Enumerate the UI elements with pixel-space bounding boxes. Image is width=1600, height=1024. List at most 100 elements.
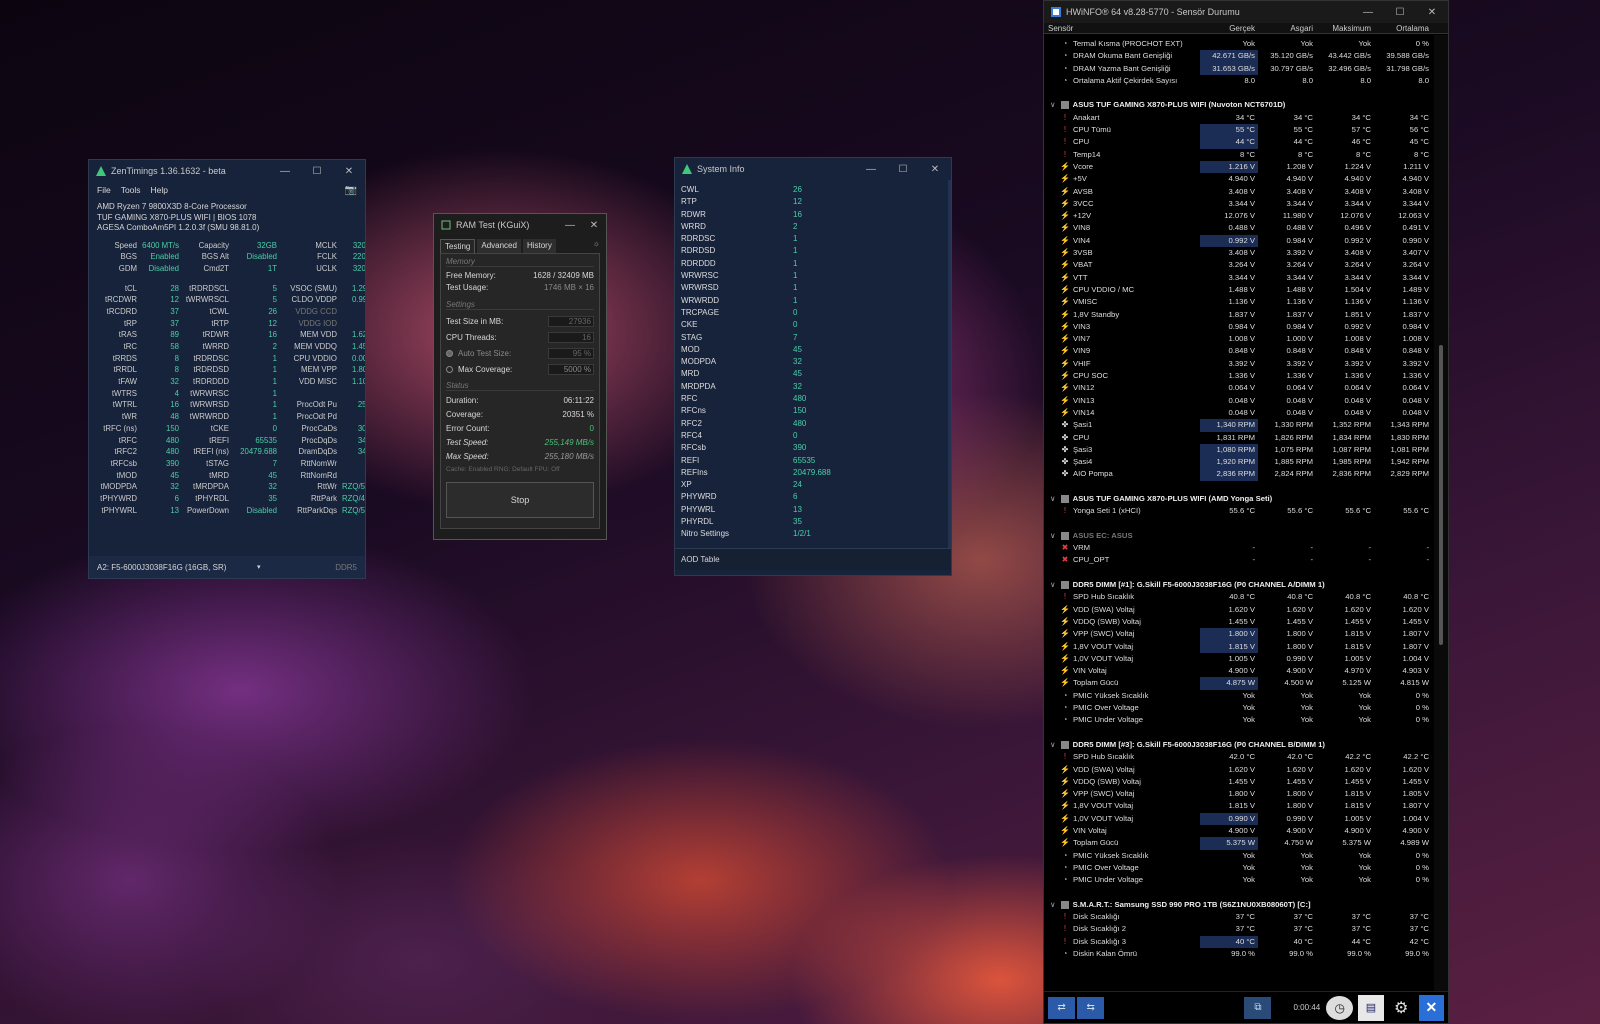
sensor-group-header[interactable]: ∨ ASUS EC: ASUS (1044, 530, 1448, 542)
sensor-row[interactable]: ⚡ CPU SOC 1.336 V 1.336 V 1.336 V 1.336 V (1044, 370, 1448, 382)
sensor-group-header[interactable]: ∨ DDR5 DIMM [#3]: G.Skill F5-6000J3038F16… (1044, 739, 1448, 751)
sensor-row[interactable]: ✤ Şasi1 1,340 RPM 1,330 RPM 1,352 RPM 1,343 R… (1044, 419, 1448, 432)
sensor-row[interactable]: ! CPU Tümü 55 °C 55 °C 57 °C 56 °C (1044, 124, 1448, 137)
camera-icon[interactable]: 📷 (345, 185, 357, 196)
sensor-row[interactable]: ◔ Termal Kısma (PROCHOT EXT) Yok Yok Yok 0 % (1044, 38, 1448, 50)
sensor-group-header[interactable]: ∨ ASUS TUF GAMING X870-PLUS WIFI (Nuvoton… (1044, 99, 1448, 111)
cpu-threads-input[interactable]: 16 (548, 331, 594, 343)
sensor-row[interactable]: ⚡ VIN9 0.848 V 0.848 V 0.848 V 0.848 V (1044, 345, 1448, 357)
sensor-row[interactable]: ⚡ +12V 12.076 V 11.980 V 12.076 V 12.063 V (1044, 210, 1448, 222)
minimize-button[interactable]: — (558, 220, 582, 231)
sensor-row[interactable] (1044, 87, 1448, 99)
sensor-group-header[interactable]: ∨ S.M.A.R.T.: Samsung SSD 990 PRO 1TB (S6… (1044, 899, 1448, 911)
max-coverage-radio[interactable] (446, 365, 453, 373)
sensor-row[interactable]: ✤ AIO Pompa 2,836 RPM 2,824 RPM 2,836 RPM 2,8… (1044, 468, 1448, 481)
sensor-row[interactable]: ! Temp14 8 °C 8 °C 8 °C 8 °C (1044, 149, 1448, 161)
sensor-row[interactable]: ⚡ VIN14 0.048 V 0.048 V 0.048 V 0.048 V (1044, 407, 1448, 419)
ramtest-titlebar[interactable]: RAM Test (KGuiX) — ✕ (434, 214, 606, 236)
sensor-row[interactable]: ✖ VRM - - - - (1044, 542, 1448, 554)
scrollbar[interactable] (1434, 35, 1448, 991)
settings-gear-icon[interactable]: ⚙ (1389, 995, 1414, 1021)
sensor-row[interactable]: ✤ CPU 1,831 RPM 1,826 RPM 1,834 RPM 1,830 RPM (1044, 432, 1448, 444)
sensor-row[interactable]: ⚡ VPP (SWC) Voltaj 1.800 V 1.800 V 1.815 V 1.… (1044, 788, 1448, 800)
sensor-row[interactable]: ⚡ 1,8V Standby 1.837 V 1.837 V 1.851 V 1.837 … (1044, 309, 1448, 321)
sensor-row[interactable]: ⚡ Toplam Gücü 5.375 W 4.750 W 5.375 W 4.989 W (1044, 837, 1448, 850)
sensor-row[interactable]: ⚡ +5V 4.940 V 4.940 V 4.940 V 4.940 V (1044, 173, 1448, 185)
chevron-down-icon[interactable]: ∨ (1050, 739, 1056, 751)
minimize-button[interactable]: — (855, 164, 887, 175)
clock-icon[interactable]: ◷ (1326, 995, 1354, 1020)
sensor-row[interactable]: ⚡ Toplam Gücü 4.875 W 4.500 W 5.125 W 4.815 W (1044, 677, 1448, 690)
sensor-row[interactable]: ⚡ 1,0V VOUT Voltaj 1.005 V 0.990 V 1.005 V 1.… (1044, 653, 1448, 665)
stop-button[interactable]: Stop (446, 482, 594, 518)
sensor-row[interactable]: ⚡ 3VCC 3.344 V 3.344 V 3.344 V 3.344 V (1044, 198, 1448, 210)
sensor-row[interactable]: ◔ PMIC Under Voltage Yok Yok Yok 0 % (1044, 714, 1448, 726)
aod-table-row[interactable]: AOD Table (675, 548, 951, 570)
chevron-down-icon[interactable]: ∨ (1050, 99, 1056, 111)
sensor-row[interactable]: ⚡ VIN Voltaj 4.900 V 4.900 V 4.900 V 4.900 V (1044, 825, 1448, 837)
sensor-row[interactable]: ⚡ VBAT 3.264 V 3.264 V 3.264 V 3.264 V (1044, 259, 1448, 271)
sensor-row[interactable]: ◔ DRAM Yazma Bant Genişliği 31.653 GB/s 30.… (1044, 62, 1448, 75)
network-icon[interactable]: ⧉ (1244, 996, 1272, 1019)
sysinfo-titlebar[interactable]: System Info — ☐ ✕ (675, 158, 951, 180)
sensor-row[interactable]: ◔ PMIC Yüksek Sıcaklık Yok Yok Yok 0 % (1044, 690, 1448, 702)
sensor-row[interactable]: ⚡ VIN Voltaj 4.900 V 4.900 V 4.970 V 4.903 V (1044, 665, 1448, 677)
sensor-row[interactable]: ! Disk Sıcaklığı 2 37 °C 37 °C 37 °C 37 °C (1044, 923, 1448, 935)
sensor-row[interactable]: ⚡ VHIF 3.392 V 3.392 V 3.392 V 3.392 V (1044, 358, 1448, 370)
zentimings-titlebar[interactable]: ZenTimings 1.36.1632 - beta — ☐ ✕ (89, 160, 365, 182)
sensor-row[interactable]: ⚡ VIN3 0.984 V 0.984 V 0.992 V 0.984 V (1044, 321, 1448, 333)
maximize-button[interactable]: ☐ (301, 166, 333, 177)
sensor-row[interactable]: ◔ Diskin Kalan Ömrü 99.0 % 99.0 % 99.0 % 99.0… (1044, 948, 1448, 960)
menu-file[interactable]: File (97, 185, 111, 195)
sensor-row[interactable]: ⚡ 1,8V VOUT Voltaj 1.815 V 1.800 V 1.815 V 1.… (1044, 640, 1448, 653)
arrows-left-right-icon[interactable]: ⇄ (1048, 996, 1076, 1019)
minimize-button[interactable]: — (269, 166, 301, 177)
tab-advanced[interactable]: Advanced (477, 239, 521, 253)
sensor-row[interactable]: ◔ Ortalama Aktif Çekirdek Sayısı 8.0 8.0 8.0… (1044, 75, 1448, 87)
sensor-row[interactable]: ⚡ CPU VDDIO / MC 1.488 V 1.488 V 1.504 V 1.48… (1044, 284, 1448, 296)
sensor-row[interactable]: ◔ PMIC Yüksek Sıcaklık Yok Yok Yok 0 % (1044, 850, 1448, 862)
sensor-row[interactable]: ✖ CPU_OPT - - - - (1044, 554, 1448, 566)
close-button[interactable]: ✕ (1416, 7, 1448, 18)
sensor-row[interactable]: ! Disk Sıcaklığı 3 40 °C 40 °C 44 °C 42 °C (1044, 935, 1448, 948)
sensor-row[interactable]: ⚡ VIN12 0.064 V 0.064 V 0.064 V 0.064 V (1044, 382, 1448, 394)
test-size-input[interactable]: 27936 (548, 315, 594, 327)
sensor-row[interactable]: ⚡ VTT 3.344 V 3.344 V 3.344 V 3.344 V (1044, 272, 1448, 284)
arrows-collapse-icon[interactable]: ⇆ (1077, 996, 1105, 1019)
sensor-row[interactable] (1044, 481, 1448, 493)
col-min[interactable]: Asgari (1258, 23, 1316, 33)
chevron-down-icon[interactable]: ∨ (1050, 530, 1056, 542)
chevron-down-icon[interactable]: ▾ (257, 563, 261, 571)
sensor-row[interactable]: ⚡ VDD (SWA) Voltaj 1.620 V 1.620 V 1.620 V 1.… (1044, 604, 1448, 616)
close-button[interactable]: ✕ (582, 220, 606, 231)
tab-testing[interactable]: Testing (440, 239, 476, 253)
sensor-row[interactable]: ◔ PMIC Under Voltage Yok Yok Yok 0 % (1044, 874, 1448, 886)
sensor-row[interactable]: ⚡ VPP (SWC) Voltaj 1.800 V 1.800 V 1.815 V 1.… (1044, 628, 1448, 641)
sensor-row[interactable]: ⚡ Vcore 1.216 V 1.208 V 1.224 V 1.211 V (1044, 160, 1448, 174)
sensor-row[interactable]: ⚡ VIN4 0.992 V 0.984 V 0.992 V 0.990 V (1044, 234, 1448, 248)
sensor-row[interactable]: ⚡ VIN8 0.488 V 0.488 V 0.496 V 0.491 V (1044, 222, 1448, 234)
sensor-row[interactable]: ⚡ 1,0V VOUT Voltaj 0.990 V 0.990 V 1.005 V 1.… (1044, 812, 1448, 825)
col-sensor[interactable]: Sensör (1044, 23, 1200, 33)
sensor-row[interactable] (1044, 886, 1448, 898)
sensor-row[interactable] (1044, 727, 1448, 739)
theme-icon[interactable]: ☼ (593, 239, 600, 253)
sensor-row[interactable]: ⚡ 3VSB 3.408 V 3.392 V 3.408 V 3.407 V (1044, 247, 1448, 259)
col-current[interactable]: Gerçek (1200, 23, 1258, 33)
auto-size-radio[interactable] (446, 349, 453, 357)
sensor-row[interactable]: ! Anakart 34 °C 34 °C 34 °C 34 °C (1044, 112, 1448, 124)
sensor-row[interactable]: ! Disk Sıcaklığı 37 °C 37 °C 37 °C 37 °C (1044, 911, 1448, 923)
sensor-list[interactable]: ◔ Termal Kısma (PROCHOT EXT) Yok Yok Yok 0 % ◔… (1044, 34, 1448, 990)
sensor-row[interactable]: ⚡ 1,8V VOUT Voltaj 1.815 V 1.800 V 1.815 V 1.… (1044, 800, 1448, 812)
sensor-row[interactable]: ◔ PMIC Over Voltage Yok Yok Yok 0 % (1044, 702, 1448, 714)
sensor-row[interactable]: ✤ Şasi3 1,080 RPM 1,075 RPM 1,087 RPM 1,081 R… (1044, 443, 1448, 457)
sensor-row[interactable]: ⚡ VDDQ (SWB) Voltaj 1.455 V 1.455 V 1.455 V 1… (1044, 616, 1448, 628)
timing-list[interactable]: CWL 26 RTP 12 RDWR 16 WRRD 2 RDRDSC 1 RDRDSD 1 RDRDD… (675, 180, 951, 548)
dimm-select[interactable]: A2: F5-6000J3038F16G (16GB, SR) (97, 563, 257, 572)
sensor-row[interactable]: ! CPU 44 °C 44 °C 46 °C 45 °C (1044, 136, 1448, 149)
sensor-group-header[interactable]: ∨ DDR5 DIMM [#1]: G.Skill F5-6000J3038F16… (1044, 579, 1448, 591)
chevron-down-icon[interactable]: ∨ (1050, 493, 1056, 505)
sensor-row[interactable]: ⚡ VDD (SWA) Voltaj 1.620 V 1.620 V 1.620 V 1.… (1044, 764, 1448, 776)
scrollbar-thumb[interactable] (1439, 345, 1443, 645)
sensor-row[interactable]: ⚡ VIN13 0.048 V 0.048 V 0.048 V 0.048 V (1044, 395, 1448, 407)
